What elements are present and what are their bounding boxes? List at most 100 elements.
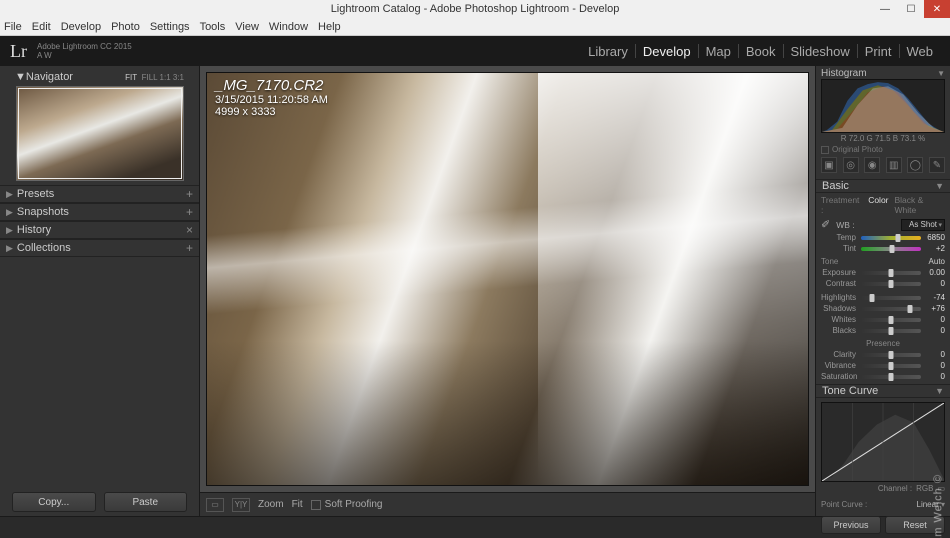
shadows-value: +76 xyxy=(923,304,945,313)
identity-bar: Lr Adobe Lightroom CC 2015 A W Library D… xyxy=(0,36,950,66)
chevron-down-icon[interactable]: ▼ xyxy=(937,69,945,78)
product-name: Adobe Lightroom CC 2015 xyxy=(37,42,132,51)
clear-icon: × xyxy=(186,223,193,237)
tone-section-label: Tone xyxy=(821,257,838,266)
collections-panel-header[interactable]: ▶Collections+ xyxy=(0,239,199,257)
paste-button[interactable]: Paste xyxy=(104,492,188,512)
radial-filter-icon[interactable]: ◯ xyxy=(907,157,923,173)
temp-label: Temp xyxy=(821,233,859,242)
module-print[interactable]: Print xyxy=(865,44,892,59)
compare-view-icon[interactable]: Y|Y xyxy=(232,498,250,512)
wb-label: WB : xyxy=(836,220,854,230)
vibrance-slider[interactable]: Vibrance 0 xyxy=(821,360,945,371)
history-panel-header[interactable]: ▶History× xyxy=(0,221,199,239)
left-panel: ▼ Navigator FIT FILL 1:1 3:1 ▶Presets+ ▶… xyxy=(0,66,200,516)
highlights-slider[interactable]: Highlights -74 xyxy=(821,292,945,303)
loupe-view-icon[interactable]: ▭ xyxy=(206,498,224,512)
module-web[interactable]: Web xyxy=(907,44,934,59)
menu-photo[interactable]: Photo xyxy=(111,21,140,33)
treatment-color[interactable]: Color xyxy=(868,195,888,215)
blacks-slider[interactable]: Blacks 0 xyxy=(821,325,945,336)
spot-tool-icon[interactable]: ◎ xyxy=(843,157,859,173)
contrast-slider[interactable]: Contrast 0 xyxy=(821,278,945,289)
module-develop[interactable]: Develop xyxy=(643,44,691,59)
channel-label: Channel : xyxy=(878,484,912,493)
add-icon: + xyxy=(186,205,193,219)
module-book[interactable]: Book xyxy=(746,44,776,59)
module-library[interactable]: Library xyxy=(588,44,628,59)
menu-settings[interactable]: Settings xyxy=(150,21,190,33)
whites-slider[interactable]: Whites 0 xyxy=(821,314,945,325)
image-filename: _MG_7170.CR2 xyxy=(215,77,328,94)
checkbox-icon[interactable] xyxy=(311,500,321,510)
chevron-down-icon[interactable]: ▼ xyxy=(15,71,26,83)
image-canvas[interactable]: _MG_7170.CR2 3/15/2015 11:20:58 AM 4999 … xyxy=(206,72,809,486)
copy-button[interactable]: Copy... xyxy=(12,492,96,512)
menu-tools[interactable]: Tools xyxy=(200,21,226,33)
maximize-button[interactable]: ☐ xyxy=(898,0,924,18)
tone-curve-graph[interactable] xyxy=(821,402,945,482)
contrast-value: 0 xyxy=(923,279,945,288)
exposure-label: Exposure xyxy=(821,268,859,277)
navigator-zoom-modes[interactable]: FIT FILL 1:1 3:1 xyxy=(125,73,184,82)
module-picker: Library Develop Map Book Slideshow Print… xyxy=(581,44,940,59)
menu-file[interactable]: File xyxy=(4,21,22,33)
menu-window[interactable]: Window xyxy=(269,21,308,33)
snapshots-panel-header[interactable]: ▶Snapshots+ xyxy=(0,203,199,221)
clarity-slider[interactable]: Clarity 0 xyxy=(821,349,945,360)
module-map[interactable]: Map xyxy=(706,44,731,59)
zoom-fit[interactable]: Fit xyxy=(292,499,303,510)
treatment-bw[interactable]: Black & White xyxy=(895,195,946,215)
redeye-tool-icon[interactable]: ◉ xyxy=(864,157,880,173)
temp-value: 6850 xyxy=(923,233,945,242)
point-curve-row[interactable]: Point Curve :Linear ▾ xyxy=(816,497,950,512)
tone-curve-header[interactable]: Tone Curve▼ xyxy=(816,384,950,398)
saturation-slider[interactable]: Saturation 0 xyxy=(821,371,945,382)
saturation-label: Saturation xyxy=(821,372,859,381)
menu-develop[interactable]: Develop xyxy=(61,21,101,33)
shadows-label: Shadows xyxy=(821,304,859,313)
eyedropper-icon[interactable]: ✐ xyxy=(821,218,830,231)
clarity-value: 0 xyxy=(923,350,945,359)
basic-panel-header[interactable]: Basic▼ xyxy=(816,179,950,193)
shadows-slider[interactable]: Shadows +76 xyxy=(821,303,945,314)
previous-button[interactable]: Previous xyxy=(821,516,881,534)
saturation-value: 0 xyxy=(923,372,945,381)
navigator-title: Navigator xyxy=(26,71,73,83)
menu-help[interactable]: Help xyxy=(318,21,341,33)
contrast-label: Contrast xyxy=(821,279,859,288)
tint-label: Tint xyxy=(821,244,859,253)
brush-tool-icon[interactable]: ✎ xyxy=(929,157,945,173)
checkbox-icon xyxy=(821,146,829,154)
grad-filter-icon[interactable]: ▥ xyxy=(886,157,902,173)
histogram-readout: R 72.0 G 71.5 B 73.1 % xyxy=(821,133,945,144)
channel-select[interactable]: RGB xyxy=(916,484,933,493)
tint-slider[interactable]: Tint +2 xyxy=(821,243,945,254)
filmstrip-collapsed[interactable] xyxy=(0,516,950,534)
menu-edit[interactable]: Edit xyxy=(32,21,51,33)
soft-proofing-toggle[interactable]: Soft Proofing xyxy=(311,499,383,510)
whites-value: 0 xyxy=(923,315,945,324)
exposure-value: 0.00 xyxy=(923,268,945,277)
close-button[interactable]: ✕ xyxy=(924,0,950,18)
module-slideshow[interactable]: Slideshow xyxy=(791,44,850,59)
temp-slider[interactable]: Temp 6850 xyxy=(821,232,945,243)
presence-section-label: Presence xyxy=(866,339,900,348)
presets-panel-header[interactable]: ▶Presets+ xyxy=(0,185,199,203)
histogram-graph[interactable] xyxy=(821,79,945,133)
histogram-title: Histogram xyxy=(821,68,867,79)
highlights-label: Highlights xyxy=(821,293,859,302)
original-photo-toggle[interactable]: Original Photo xyxy=(821,144,945,155)
auto-button[interactable]: Auto xyxy=(929,257,945,266)
menu-bar: File Edit Develop Photo Settings Tools V… xyxy=(0,18,950,36)
app-logo: Lr xyxy=(10,41,27,62)
blacks-label: Blacks xyxy=(821,326,859,335)
menu-view[interactable]: View xyxy=(235,21,259,33)
right-panel: Histogram ▼ R 72.0 G 71.5 B 73.1 % Origin… xyxy=(815,66,950,516)
exposure-slider[interactable]: Exposure 0.00 xyxy=(821,267,945,278)
crop-tool-icon[interactable]: ▣ xyxy=(821,157,837,173)
minimize-button[interactable]: — xyxy=(872,0,898,18)
blacks-value: 0 xyxy=(923,326,945,335)
navigator-thumbnail[interactable] xyxy=(16,86,184,181)
wb-select[interactable]: As Shot xyxy=(901,219,945,231)
